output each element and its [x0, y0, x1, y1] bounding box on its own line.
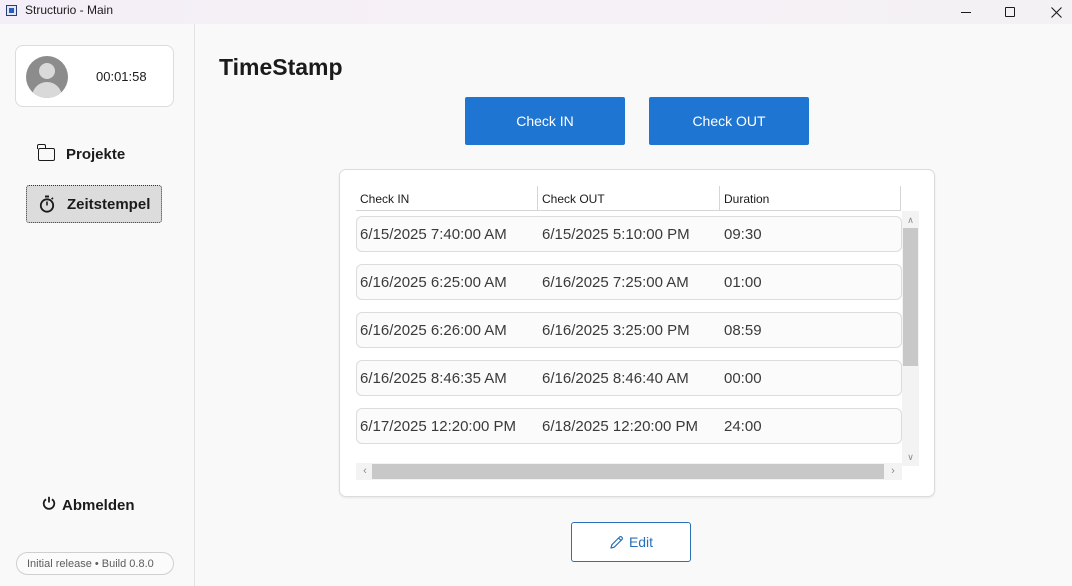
page-title: TimeStamp: [219, 54, 343, 80]
timestamp-table: Check IN Check OUT Duration 6/15/2025 7:…: [339, 169, 935, 497]
horizontal-scrollbar[interactable]: ‹ ›: [356, 463, 902, 480]
cell-check-in: 6/15/2025 7:40:00 AM: [360, 225, 507, 243]
edit-button[interactable]: Edit: [571, 522, 691, 562]
power-icon: [42, 496, 56, 514]
table-row[interactable]: 6/15/2025 7:40:00 AM 6/15/2025 5:10:00 P…: [356, 216, 902, 252]
close-button[interactable]: [1033, 0, 1072, 24]
close-icon: [1050, 6, 1062, 18]
window-title: Structurio - Main: [25, 3, 114, 17]
maximize-button[interactable]: [987, 0, 1033, 24]
table-row[interactable]: 6/16/2025 8:46:35 AM 6/16/2025 8:46:40 A…: [356, 360, 902, 396]
vertical-scroll-thumb[interactable]: [903, 228, 918, 366]
sidebar: 00:01:58 Projekte Zeitstempel Abmelden I…: [0, 24, 195, 586]
cell-check-out: 6/16/2025 8:46:40 AM: [542, 369, 689, 387]
sidebar-item-label: Zeitstempel: [67, 195, 151, 213]
logout-button[interactable]: Abmelden: [42, 496, 135, 514]
check-in-button[interactable]: Check IN: [465, 97, 625, 145]
maximize-icon: [1005, 7, 1015, 17]
cell-duration: 24:00: [724, 417, 762, 435]
cell-check-out: 6/16/2025 7:25:00 AM: [542, 273, 689, 291]
title-bar: Structurio - Main: [0, 0, 1072, 24]
app-icon: [6, 5, 17, 16]
folder-icon: [36, 143, 56, 164]
avatar-icon: [26, 56, 68, 98]
pencil-icon: [609, 535, 624, 550]
chevron-left-icon[interactable]: ‹: [358, 463, 372, 480]
cell-check-in: 6/16/2025 6:26:00 AM: [360, 321, 507, 339]
cell-check-in: 6/17/2025 12:20:00 PM: [360, 417, 516, 435]
stopwatch-icon: [37, 194, 57, 214]
cell-check-in: 6/16/2025 8:46:35 AM: [360, 369, 507, 387]
chevron-right-icon[interactable]: ›: [886, 463, 900, 480]
column-header-check-in[interactable]: Check IN: [356, 186, 538, 211]
version-badge: Initial release • Build 0.8.0: [16, 552, 174, 575]
cell-check-in: 6/16/2025 6:25:00 AM: [360, 273, 507, 291]
table-row[interactable]: 6/16/2025 6:25:00 AM 6/16/2025 7:25:00 A…: [356, 264, 902, 300]
sidebar-item-projekte[interactable]: Projekte: [26, 135, 162, 173]
minimize-button[interactable]: [943, 0, 989, 24]
logout-label: Abmelden: [62, 496, 135, 514]
user-card: 00:01:58: [15, 45, 174, 107]
chevron-down-icon[interactable]: ∨: [902, 450, 919, 464]
table-header: Check IN Check OUT Duration: [356, 186, 901, 211]
cell-check-out: 6/15/2025 5:10:00 PM: [542, 225, 690, 243]
table-row[interactable]: 6/17/2025 12:20:00 PM 6/18/2025 12:20:00…: [356, 408, 902, 444]
vertical-scrollbar[interactable]: ∧ ∨: [902, 211, 919, 466]
cell-check-out: 6/16/2025 3:25:00 PM: [542, 321, 690, 339]
minimize-icon: [961, 11, 971, 13]
table-row[interactable]: 6/16/2025 6:26:00 AM 6/16/2025 3:25:00 P…: [356, 312, 902, 348]
cell-check-out: 6/18/2025 12:20:00 PM: [542, 417, 698, 435]
edit-label: Edit: [628, 534, 654, 550]
cell-duration: 01:00: [724, 273, 762, 291]
sidebar-item-label: Projekte: [66, 145, 126, 163]
session-timer: 00:01:58: [96, 69, 147, 84]
check-out-button[interactable]: Check OUT: [649, 97, 809, 145]
cell-duration: 00:00: [724, 369, 762, 387]
horizontal-scroll-thumb[interactable]: [372, 464, 884, 479]
column-header-check-out[interactable]: Check OUT: [538, 186, 720, 211]
table-body: 6/15/2025 7:40:00 AM 6/15/2025 5:10:00 P…: [356, 216, 902, 460]
column-header-duration[interactable]: Duration: [720, 186, 901, 211]
cell-duration: 09:30: [724, 225, 762, 243]
sidebar-item-zeitstempel[interactable]: Zeitstempel: [26, 185, 162, 223]
chevron-up-icon[interactable]: ∧: [902, 213, 919, 227]
cell-duration: 08:59: [724, 321, 762, 339]
